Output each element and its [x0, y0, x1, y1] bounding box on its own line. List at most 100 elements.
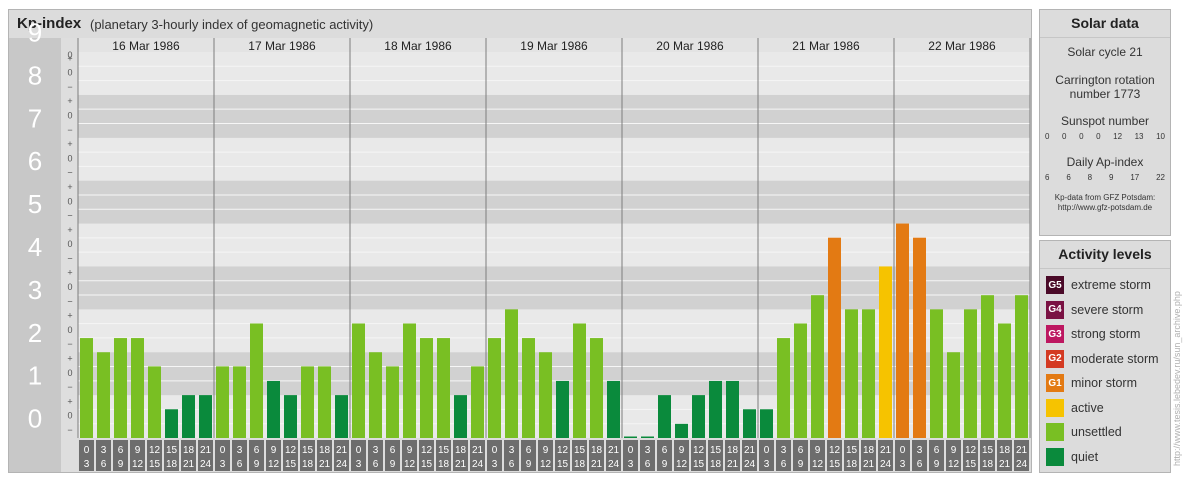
interval-label: 9	[934, 459, 940, 470]
sunspot-value: 0	[1045, 132, 1050, 141]
sunspot-value: 13	[1134, 132, 1144, 141]
interval-label: 18	[727, 445, 739, 456]
ap-value: 6	[1066, 173, 1071, 182]
kp-bar	[811, 295, 824, 438]
interval-label: 15	[829, 459, 841, 470]
kp-bar	[675, 423, 688, 438]
kp-bar	[267, 380, 280, 438]
interval-label: 3	[781, 445, 787, 456]
interval-label: 9	[135, 445, 141, 456]
kp-chart-panel: Kp-index (planetary 3-hourly index of ge…	[8, 9, 1032, 473]
interval-label: 18	[846, 459, 858, 470]
kp-bar	[930, 309, 943, 438]
interval-label: 24	[1016, 459, 1028, 470]
y-tick-label: 7	[28, 103, 42, 133]
kp-bar	[726, 380, 739, 438]
sunspot-values: 0 0 0 0 12 13 10	[1040, 132, 1170, 141]
solar-data-title: Solar data	[1040, 10, 1170, 38]
y-tick-label: 9	[28, 18, 42, 48]
interval-label: 6	[101, 459, 107, 470]
day-label: 17 Mar 1986	[248, 39, 316, 53]
interval-label: 3	[84, 459, 90, 470]
ap-values: 6 6 8 9 17 22	[1040, 173, 1170, 182]
kp-bar	[80, 338, 93, 438]
interval-label: 9	[679, 445, 685, 456]
interval-label: 21	[880, 445, 892, 456]
interval-label: 21	[591, 459, 603, 470]
kp-bar	[641, 436, 654, 438]
interval-label: 21	[472, 445, 484, 456]
interval-label: 21	[727, 459, 739, 470]
interval-label: 21	[200, 445, 212, 456]
interval-label: 6	[798, 445, 804, 456]
interval-label: 18	[166, 459, 178, 470]
interval-label: 3	[917, 445, 923, 456]
thirds-tick-label: +	[67, 225, 72, 235]
interval-label: 18	[574, 459, 586, 470]
ap-label: Daily Ap-index	[1066, 155, 1144, 169]
legend-swatch	[1046, 398, 1064, 417]
kp-bar	[471, 366, 484, 438]
legend-label: strong storm	[1071, 327, 1141, 342]
interval-label: 15	[965, 459, 977, 470]
day-label: 20 Mar 1986	[656, 39, 724, 53]
thirds-tick-label: +	[67, 354, 72, 364]
interval-label: 3	[492, 459, 498, 470]
interval-label: 6	[509, 459, 515, 470]
kp-band	[78, 137, 1030, 181]
interval-label: 3	[628, 459, 634, 470]
kp-chart: 0123456789−0+−0+−0+−0+−0+−0+−0+−0+−0+016…	[9, 18, 1031, 472]
day-label: 22 Mar 1986	[928, 39, 996, 53]
interval-label: 24	[744, 459, 756, 470]
solar-cycle: Solar cycle 21	[1067, 45, 1143, 59]
legend-item-g1: G1 minor storm	[1040, 371, 1170, 396]
kp-band	[78, 94, 1030, 138]
kp-bar	[539, 352, 552, 438]
interval-label: 15	[438, 445, 450, 456]
legend-item-g4: G4 severe storm	[1040, 298, 1170, 323]
interval-label: 21	[744, 445, 756, 456]
interval-label: 9	[662, 459, 668, 470]
legend-swatch: G5	[1046, 276, 1064, 295]
interval-label: 0	[220, 445, 226, 456]
kp-bar	[420, 338, 433, 438]
kp-bar	[522, 338, 535, 438]
interval-label: 18	[999, 445, 1011, 456]
thirds-tick-label: 0	[67, 325, 72, 335]
interval-label: 15	[421, 459, 433, 470]
interval-label: 15	[285, 459, 297, 470]
kp-bar	[794, 323, 807, 438]
y-tick-label: 4	[28, 232, 42, 262]
thirds-tick-label: 0	[67, 68, 72, 78]
legend-swatch: G3	[1046, 325, 1064, 344]
legend-label: moderate storm	[1071, 351, 1159, 366]
kp-bar	[845, 309, 858, 438]
interval-label: 6	[254, 445, 260, 456]
interval-label: 21	[319, 459, 331, 470]
interval-label: 9	[798, 459, 804, 470]
interval-label: 18	[982, 459, 994, 470]
interval-label: 12	[829, 445, 841, 456]
legend-item-g2: G2 moderate storm	[1040, 347, 1170, 372]
interval-label: 3	[356, 459, 362, 470]
kp-bar	[743, 409, 756, 438]
kp-band	[78, 52, 1030, 95]
interval-label: 3	[101, 445, 107, 456]
interval-label: 18	[710, 459, 722, 470]
carrington-line-2: number 1773	[1069, 87, 1141, 101]
kp-bar	[964, 309, 977, 438]
kp-bar	[148, 366, 161, 438]
interval-label: 24	[608, 459, 620, 470]
legend-item-active: active	[1040, 396, 1170, 421]
interval-label: 21	[863, 459, 875, 470]
interval-label: 18	[438, 459, 450, 470]
legend-label: minor storm	[1071, 376, 1137, 391]
y-tick-label: 5	[28, 189, 42, 219]
interval-label: 6	[237, 459, 243, 470]
kp-bar	[199, 395, 212, 438]
interval-label: 6	[645, 459, 651, 470]
kp-bar	[573, 323, 586, 438]
kp-bar	[488, 338, 501, 438]
interval-label: 21	[1016, 445, 1028, 456]
sunspot-value: 0	[1062, 132, 1067, 141]
